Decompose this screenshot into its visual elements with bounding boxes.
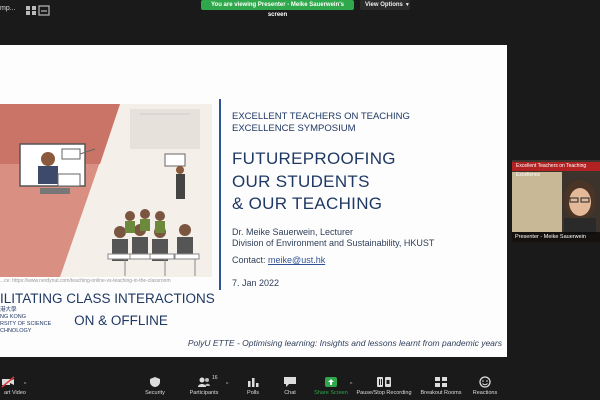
reactions-label: Reactions bbox=[472, 390, 498, 396]
presenter-video-thumbnail[interactable]: Excellent Teachers on Teaching Excellenc… bbox=[512, 160, 600, 242]
facilitating-title-line1: ILITATING CLASS INTERACTIONS bbox=[0, 291, 215, 306]
view-options-label: View Options bbox=[365, 2, 403, 8]
record-button[interactable]: Pause/Stop Recording bbox=[355, 370, 413, 400]
share-screen-icon bbox=[325, 377, 337, 387]
record-label: Pause/Stop Recording bbox=[356, 390, 412, 396]
image-credit: ...ce: https://www.nerdynut.com/teaching… bbox=[0, 278, 171, 284]
view-options-button[interactable]: View Options ▼ bbox=[360, 0, 410, 10]
shield-icon bbox=[150, 377, 160, 387]
start-video-label: art Video bbox=[4, 390, 26, 396]
classroom-illustration bbox=[0, 104, 212, 277]
participants-count: 16 bbox=[212, 375, 218, 381]
participants-button[interactable]: 16 Participants bbox=[185, 370, 223, 400]
participants-label: Participants bbox=[189, 390, 219, 396]
chevron-down-icon: ▼ bbox=[404, 2, 410, 8]
video-off-icon bbox=[1, 376, 15, 388]
share-options-caret[interactable]: ^ bbox=[350, 382, 352, 388]
emoji-icon bbox=[479, 376, 491, 388]
pause-stop-icon bbox=[377, 377, 391, 387]
speaker-affiliation: Division of Environment and Sustainabili… bbox=[232, 238, 435, 248]
slide-date: 7. Jan 2022 bbox=[232, 278, 280, 288]
minimize-icon[interactable] bbox=[38, 5, 50, 16]
slide-title-line2: OUR STUDENTS bbox=[232, 172, 370, 191]
speaker-name: Dr. Meike Sauerwein, Lecturer bbox=[232, 227, 354, 237]
grid-view-icon[interactable] bbox=[25, 5, 37, 16]
shared-slide: ...ce: https://www.nerdynut.com/teaching… bbox=[0, 45, 507, 357]
breakout-rooms-icon bbox=[435, 377, 447, 387]
share-screen-button[interactable]: Share Screen bbox=[313, 370, 349, 400]
thumbnail-banner: Excellent Teachers on Teaching Excellenc… bbox=[512, 162, 600, 178]
reactions-button[interactable]: Reactions bbox=[470, 370, 500, 400]
breakout-rooms-button[interactable]: Breakout Rooms bbox=[418, 370, 464, 400]
chat-label: Chat bbox=[284, 390, 296, 396]
polls-label: Polls bbox=[247, 390, 259, 396]
security-button[interactable]: Security bbox=[137, 370, 173, 400]
slide-title-line3: & OUR TEACHING bbox=[232, 194, 383, 213]
symposium-line1: EXCELLENT TEACHERS ON TEACHING bbox=[232, 111, 410, 122]
camera-name: mp... bbox=[0, 5, 16, 12]
viewing-banner: You are viewing Presenter - Meike Sauerw… bbox=[201, 0, 354, 18]
zoom-window: mp... You are viewing Presenter - Meike … bbox=[0, 0, 600, 400]
slide-divider bbox=[219, 99, 221, 290]
security-label: Security bbox=[145, 390, 165, 396]
presenter-name-label: Presenter - Meike Sauerwein bbox=[512, 232, 600, 242]
video-options-caret[interactable]: ^ bbox=[24, 382, 26, 388]
share-screen-label: Share Screen bbox=[314, 390, 348, 396]
contact-label: Contact: bbox=[232, 255, 266, 265]
contact-line: Contact: meike@ust.hk bbox=[232, 255, 325, 265]
participants-options-caret[interactable]: ^ bbox=[226, 382, 228, 388]
chat-icon bbox=[284, 377, 296, 387]
top-bar: mp... You are viewing Presenter - Meike … bbox=[0, 0, 600, 22]
poll-icon bbox=[248, 378, 259, 387]
chat-button[interactable]: Chat bbox=[277, 370, 303, 400]
slide-title-line1: FUTUREPROOFING bbox=[232, 149, 396, 168]
polls-button[interactable]: Polls bbox=[240, 370, 266, 400]
slide-footer: PolyU ETTE - Optimising learning: Insigh… bbox=[187, 338, 502, 348]
contact-email-link[interactable]: meike@ust.hk bbox=[268, 255, 325, 265]
meeting-toolbar: art Video ^ Security 16 Participants ^ P… bbox=[0, 370, 600, 400]
breakout-rooms-label: Breakout Rooms bbox=[420, 390, 462, 396]
hkust-logo: 港大學 NG KONG RSITY OF SCIENCE CHNOLOGY bbox=[0, 307, 52, 334]
participants-icon bbox=[198, 377, 210, 387]
symposium-line2: EXCELLENCE SYMPOSIUM bbox=[232, 123, 356, 134]
